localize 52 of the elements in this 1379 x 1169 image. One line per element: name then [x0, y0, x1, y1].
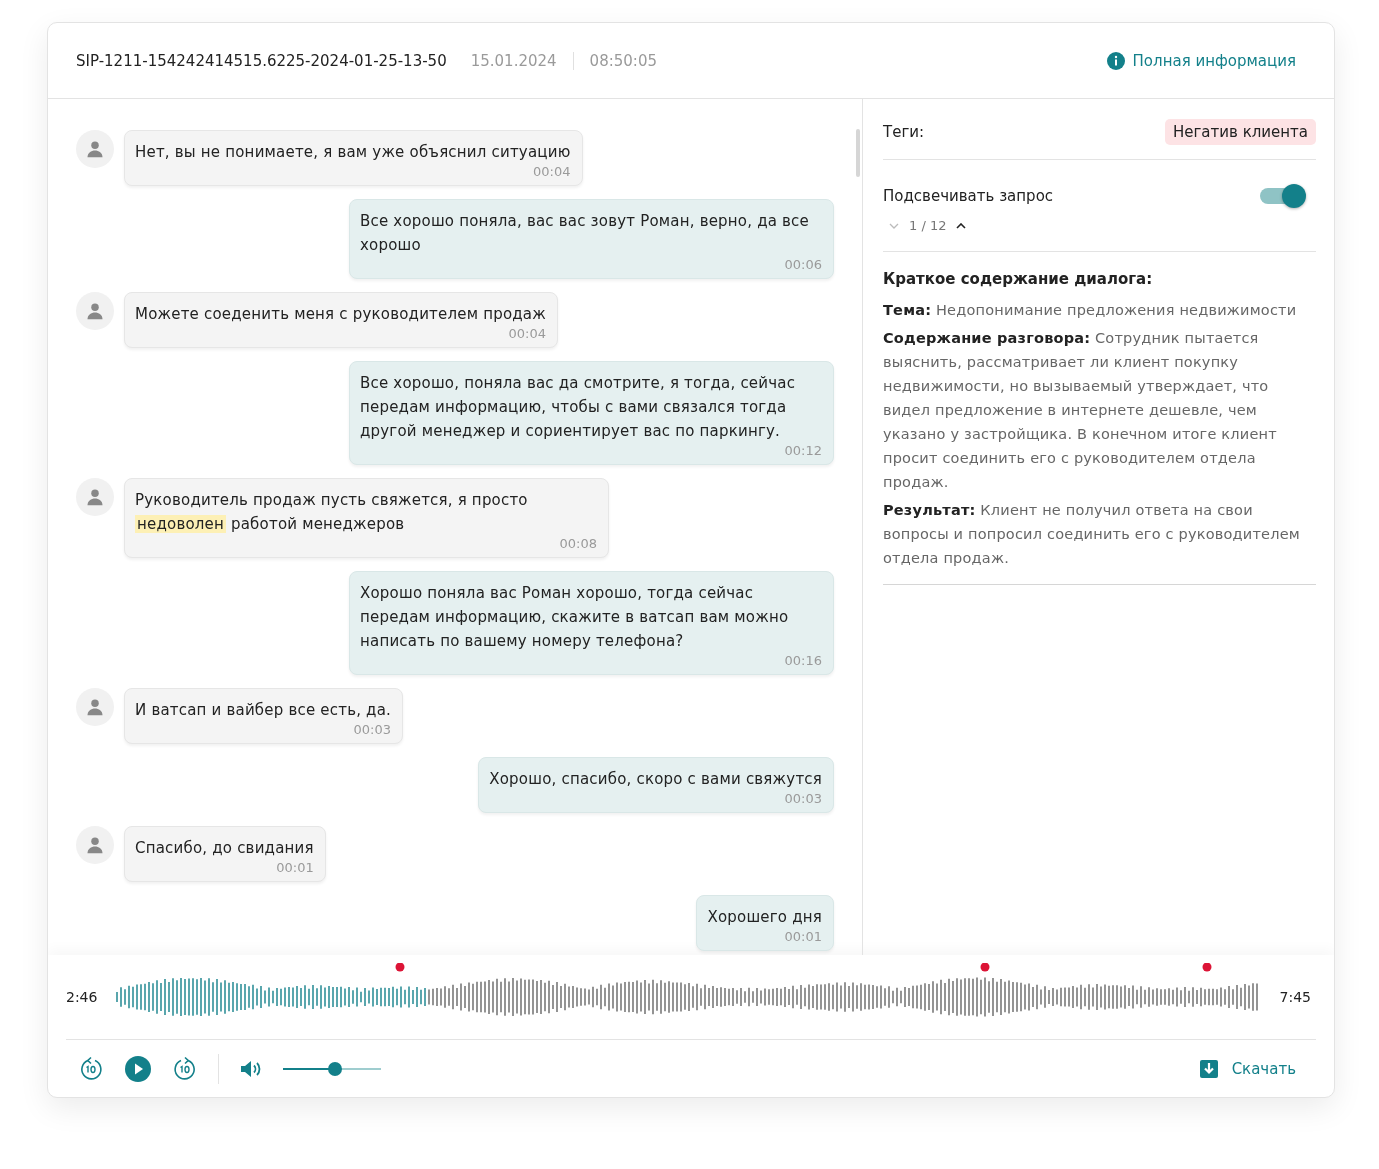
message-time: 00:12 — [783, 443, 822, 459]
person-icon — [86, 140, 104, 158]
message-text: Хорошо поняла вас Роман хорошо, тогда сейчас передам информацию, скажите в ватсап вам можно написать по вашему номеру телефона? — [360, 583, 790, 652]
message-text: Руководитель продаж пусть свяжется, я просто недоволен работой менеджеров — [135, 490, 529, 535]
message-text: Все хорошо, поняла вас да смотрите, я тогда, сейчас передам информацию, чтобы с вами связался тогда другой менеджер и сориентирует вас по паркингу. — [360, 373, 797, 442]
message-time: 00:04 — [507, 326, 546, 342]
message-time: 00:08 — [558, 536, 597, 552]
message-text: Хорошо, спасибо, скоро с вами свяжутся — [489, 769, 822, 790]
end-time: 7:45 — [1278, 989, 1311, 1005]
waveform-drawing[interactable] — [428, 976, 1258, 1018]
download-link[interactable]: Скачать — [1199, 1059, 1296, 1078]
play-icon[interactable] — [124, 1054, 152, 1083]
rewind-10-icon[interactable] — [78, 1055, 104, 1082]
call-id: SIP-1211-154242414515.6225-2024-01-25-13-50 — [76, 51, 447, 70]
summary-title: Краткое содержание диалога: — [883, 270, 1154, 288]
person-icon — [86, 698, 104, 716]
message-time: 00:03 — [352, 722, 392, 738]
scrollbar[interactable] — [856, 129, 860, 177]
summary-paragraph: Тема: Недопонимание предложения недвижимости — [883, 301, 1298, 320]
tag: Негатив клиента — [1164, 119, 1316, 145]
message-time: 00:06 — [783, 257, 822, 273]
person-icon — [86, 836, 104, 854]
message-text: Все хорошо поняла, вас вас зовут Роман, верно, да все хорошо — [360, 211, 810, 256]
message-time: 00:01 — [783, 929, 822, 945]
match-counter: 1 / 12 — [909, 218, 947, 233]
tags-label: Теги: — [883, 123, 925, 141]
person-icon — [86, 488, 104, 506]
highlighted-word: недоволен — [135, 515, 227, 533]
highlight-toggle[interactable] — [1260, 184, 1306, 208]
info-link[interactable]: Полная информация — [1106, 51, 1296, 70]
call-time: 08:50:05 — [589, 51, 657, 70]
call-date: 15.01.2024 — [470, 51, 557, 70]
message-time: 00:04 — [532, 164, 571, 180]
message-time: 00:03 — [783, 791, 822, 807]
summary-paragraph: Результат: Клиент не получил ответа на свои вопросы и попросил соединить его с руководителем отдела продаж. — [883, 501, 1301, 568]
start-time: 2:46 — [66, 989, 99, 1005]
volume-slider[interactable] — [283, 1060, 381, 1077]
message-time: 00:16 — [783, 653, 822, 669]
highlight-label: Подсвечивать запрос — [883, 187, 1054, 205]
message-text: Нет, вы не понимаете, я вам уже объяснил ситуацию — [135, 142, 571, 163]
message-text: И ватсап и вайбер все есть, да. — [135, 700, 392, 721]
played-waveform-drawing[interactable] — [116, 977, 426, 1017]
person-icon — [86, 302, 104, 320]
download-icon — [1199, 1059, 1218, 1078]
message-text: Спасибо, до свидания — [135, 838, 314, 859]
summary-paragraph: Содержание разговора: Сотрудник пытается выяснить, рассматривает ли клиент покупку недвижимости, но вызываемый утверждает, что видел предложение в интернете дешевле, чем указано у застройщика. В конечном итоге клиент просит соединить его с руководителем отдела продаж. — [883, 329, 1278, 492]
chevron-up-icon[interactable] — [956, 222, 967, 229]
message-text: Хорошего дня — [707, 907, 822, 928]
message-text: Можете соеденить меня с руководителем продаж — [135, 304, 546, 325]
forward-10-icon[interactable] — [172, 1055, 198, 1082]
message-time: 00:01 — [275, 860, 314, 876]
info-icon — [1106, 51, 1125, 70]
